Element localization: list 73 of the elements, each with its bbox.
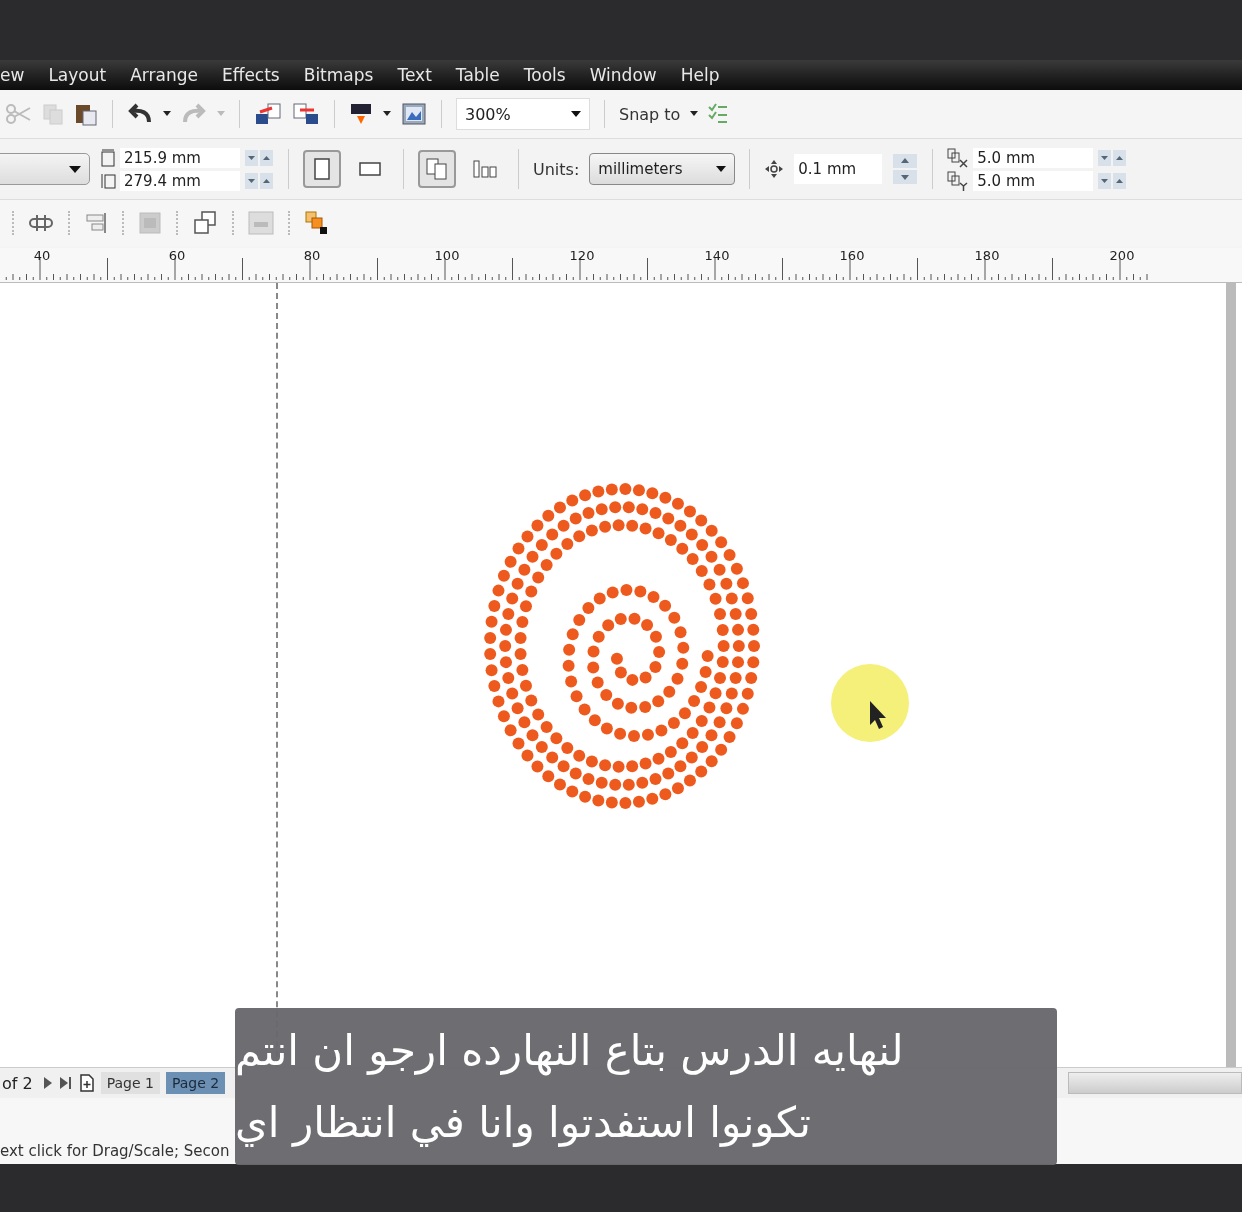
menu-item[interactable]: Effects [221, 65, 280, 85]
ruler-label: 140 [704, 248, 730, 263]
page-width-icon [100, 148, 116, 167]
image-icon[interactable] [401, 102, 427, 126]
pages-icon [425, 157, 449, 181]
page-layout-icon [472, 159, 498, 179]
export-icon[interactable] [292, 102, 320, 126]
duplicate-y-icon [947, 170, 970, 191]
ruler-label: 160 [839, 248, 865, 263]
cursor-icon [830, 663, 910, 743]
caret-icon [571, 111, 581, 117]
caret-icon [69, 165, 81, 173]
status-text: ext click for Drag/Scale; Secon [0, 1142, 230, 1160]
menu-item[interactable]: ew [0, 65, 25, 85]
all-pages-button[interactable] [418, 150, 456, 188]
page-height-icon [100, 171, 116, 190]
snap-to-button[interactable]: Snap to [619, 104, 681, 124]
monitor-icon[interactable] [349, 102, 373, 126]
add-page-icon[interactable] [78, 1074, 95, 1092]
next-page-icon[interactable] [42, 1076, 53, 1090]
page-tab[interactable]: Page 2 [165, 1072, 226, 1094]
ruler-label: 80 [303, 248, 321, 263]
portrait-page-icon [313, 157, 331, 181]
caret-icon[interactable] [383, 111, 391, 117]
units-dropdown[interactable]: millimeters [589, 153, 736, 185]
menu-item[interactable]: Window [589, 65, 657, 85]
vertical-scrollbar[interactable] [1226, 283, 1236, 1067]
spin-arrows-icon[interactable] [244, 171, 274, 190]
width-field[interactable]: 215.9 mm [120, 147, 240, 168]
spin-arrows-icon[interactable] [1097, 148, 1128, 167]
ruler-label: 180 [974, 248, 1000, 263]
horizontal-scrollbar[interactable] [1068, 1072, 1242, 1094]
align-icon[interactable] [28, 213, 54, 233]
ruler-label: 100 [434, 248, 460, 263]
menu-item[interactable]: Layout [48, 65, 107, 85]
height-field[interactable]: 279.4 mm [120, 170, 240, 191]
page-size-dropdown[interactable] [0, 153, 90, 185]
ruler-label: 60 [168, 248, 186, 263]
menu-item[interactable]: Tools [523, 65, 566, 85]
menu-item[interactable]: Help [680, 65, 720, 85]
caret-icon [716, 166, 727, 172]
duplicate-x-icon [947, 147, 970, 168]
ruler-label: 200 [1109, 248, 1135, 263]
layers-icon[interactable] [304, 210, 330, 236]
checklist-icon[interactable] [708, 103, 729, 125]
spin-arrows-icon[interactable] [892, 153, 919, 185]
distribute-icon[interactable] [84, 211, 108, 235]
subtitle-line: تكونوا استفدتوا وانا في انتظار اي [235, 1096, 811, 1149]
spin-arrows-icon[interactable] [244, 148, 274, 167]
nudge-field[interactable]: 0.1 mm [794, 154, 883, 184]
page-counter: of 2 [1, 1073, 33, 1093]
ruler-label: 120 [569, 248, 595, 263]
arrange-icon[interactable] [192, 210, 218, 236]
menu-item[interactable]: Arrange [130, 65, 198, 85]
duplicate-y-field[interactable]: 5.0 mm [973, 170, 1094, 191]
menu-item[interactable]: Text [397, 65, 432, 85]
portrait-button[interactable] [303, 150, 341, 188]
menu-item[interactable]: Table [455, 65, 500, 85]
menu-item[interactable]: Bitmaps [303, 65, 374, 85]
last-page-icon[interactable] [58, 1076, 73, 1090]
move-icon [764, 159, 785, 179]
paste-icon[interactable] [74, 102, 98, 126]
duplicate-x-field[interactable]: 5.0 mm [973, 147, 1094, 168]
page-tab[interactable]: Page 1 [100, 1072, 160, 1094]
caret-icon[interactable] [163, 111, 171, 117]
caret-icon[interactable] [690, 111, 699, 117]
spin-arrows-icon[interactable] [1097, 171, 1128, 190]
import-icon[interactable] [254, 102, 282, 126]
ruler-label: 40 [33, 248, 51, 263]
landscape-page-icon [358, 160, 382, 178]
units-label: Units: [533, 159, 580, 179]
zoom-dropdown[interactable]: 300% [456, 98, 590, 130]
subtitle-line: لنهايه الدرس بتاع النهارده ارجو ان انتم [235, 1025, 904, 1078]
